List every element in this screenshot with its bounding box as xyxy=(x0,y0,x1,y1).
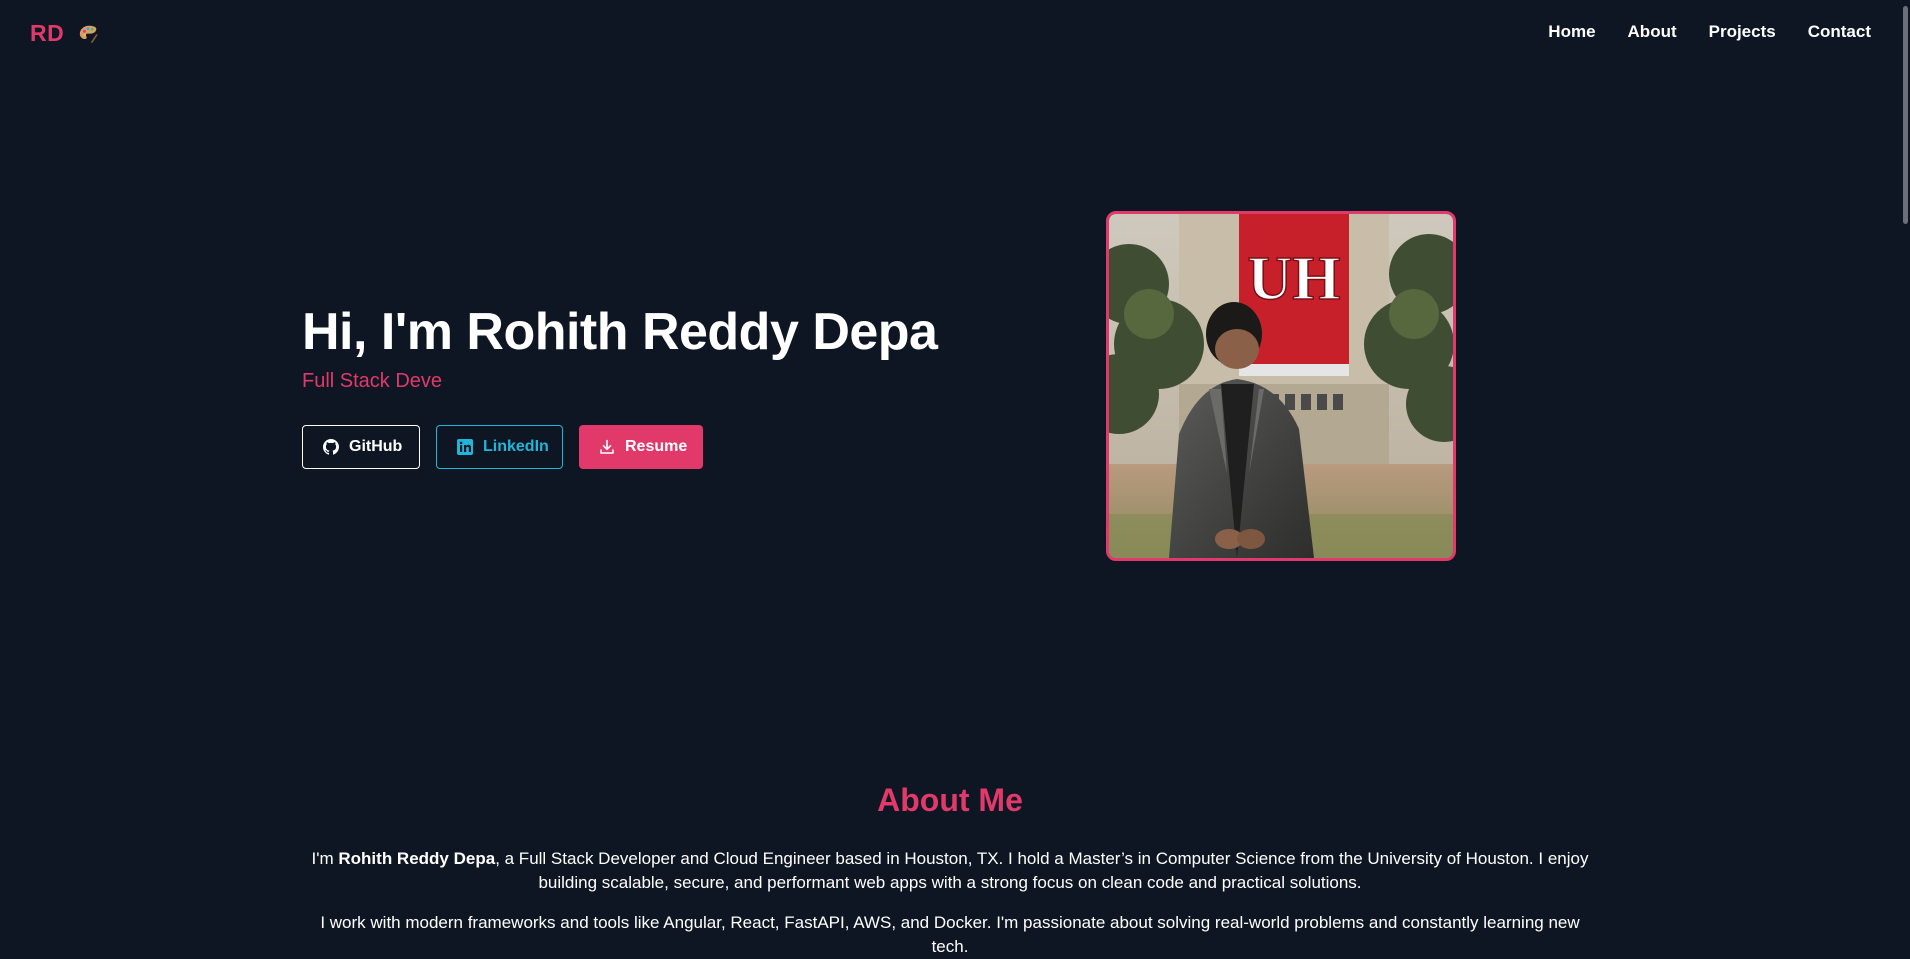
about-paragraph-1: I'm Rohith Reddy Depa, a Full Stack Deve… xyxy=(300,847,1600,895)
about-name: Rohith Reddy Depa xyxy=(338,849,496,868)
about-p1-after: , a Full Stack Developer and Cloud Engin… xyxy=(495,849,1589,892)
logo[interactable]: RD xyxy=(30,20,100,47)
profile-photo: UH xyxy=(1106,211,1456,561)
hero-title: Hi, I'm Rohith Reddy Depa xyxy=(302,303,938,361)
banner-text: UH xyxy=(1248,245,1341,313)
about-title: About Me xyxy=(877,782,1023,818)
nav-link-about[interactable]: About xyxy=(1628,22,1677,42)
github-button[interactable]: GitHub xyxy=(302,425,420,469)
about-p1-before: I'm xyxy=(311,849,339,868)
github-icon xyxy=(323,439,339,455)
scrollbar-thumb[interactable] xyxy=(1903,6,1908,224)
nav-links: Home About Projects Contact xyxy=(1548,22,1871,42)
download-icon xyxy=(600,439,614,454)
hero-subtitle: Full Stack Deve xyxy=(302,370,443,392)
linkedin-button[interactable]: LinkedIn xyxy=(436,425,563,469)
nav-link-projects[interactable]: Projects xyxy=(1709,22,1776,42)
hero-button-row: GitHub LinkedIn Resume xyxy=(302,425,703,469)
palette-icon xyxy=(78,23,100,45)
resume-button-label: Resume xyxy=(625,438,688,455)
nav-link-contact[interactable]: Contact xyxy=(1808,22,1871,42)
github-button-label: GitHub xyxy=(349,438,403,455)
top-navbar: RD Home About Projects Contact xyxy=(0,0,1910,68)
nav-link-home[interactable]: Home xyxy=(1548,22,1595,42)
linkedin-icon xyxy=(457,439,473,455)
logo-text[interactable]: RD xyxy=(30,20,64,47)
linkedin-button-label: LinkedIn xyxy=(483,438,549,455)
resume-button[interactable]: Resume xyxy=(579,425,703,469)
scrollbar[interactable] xyxy=(1901,0,1910,955)
about-paragraph-2: I work with modern frameworks and tools … xyxy=(320,913,1580,956)
